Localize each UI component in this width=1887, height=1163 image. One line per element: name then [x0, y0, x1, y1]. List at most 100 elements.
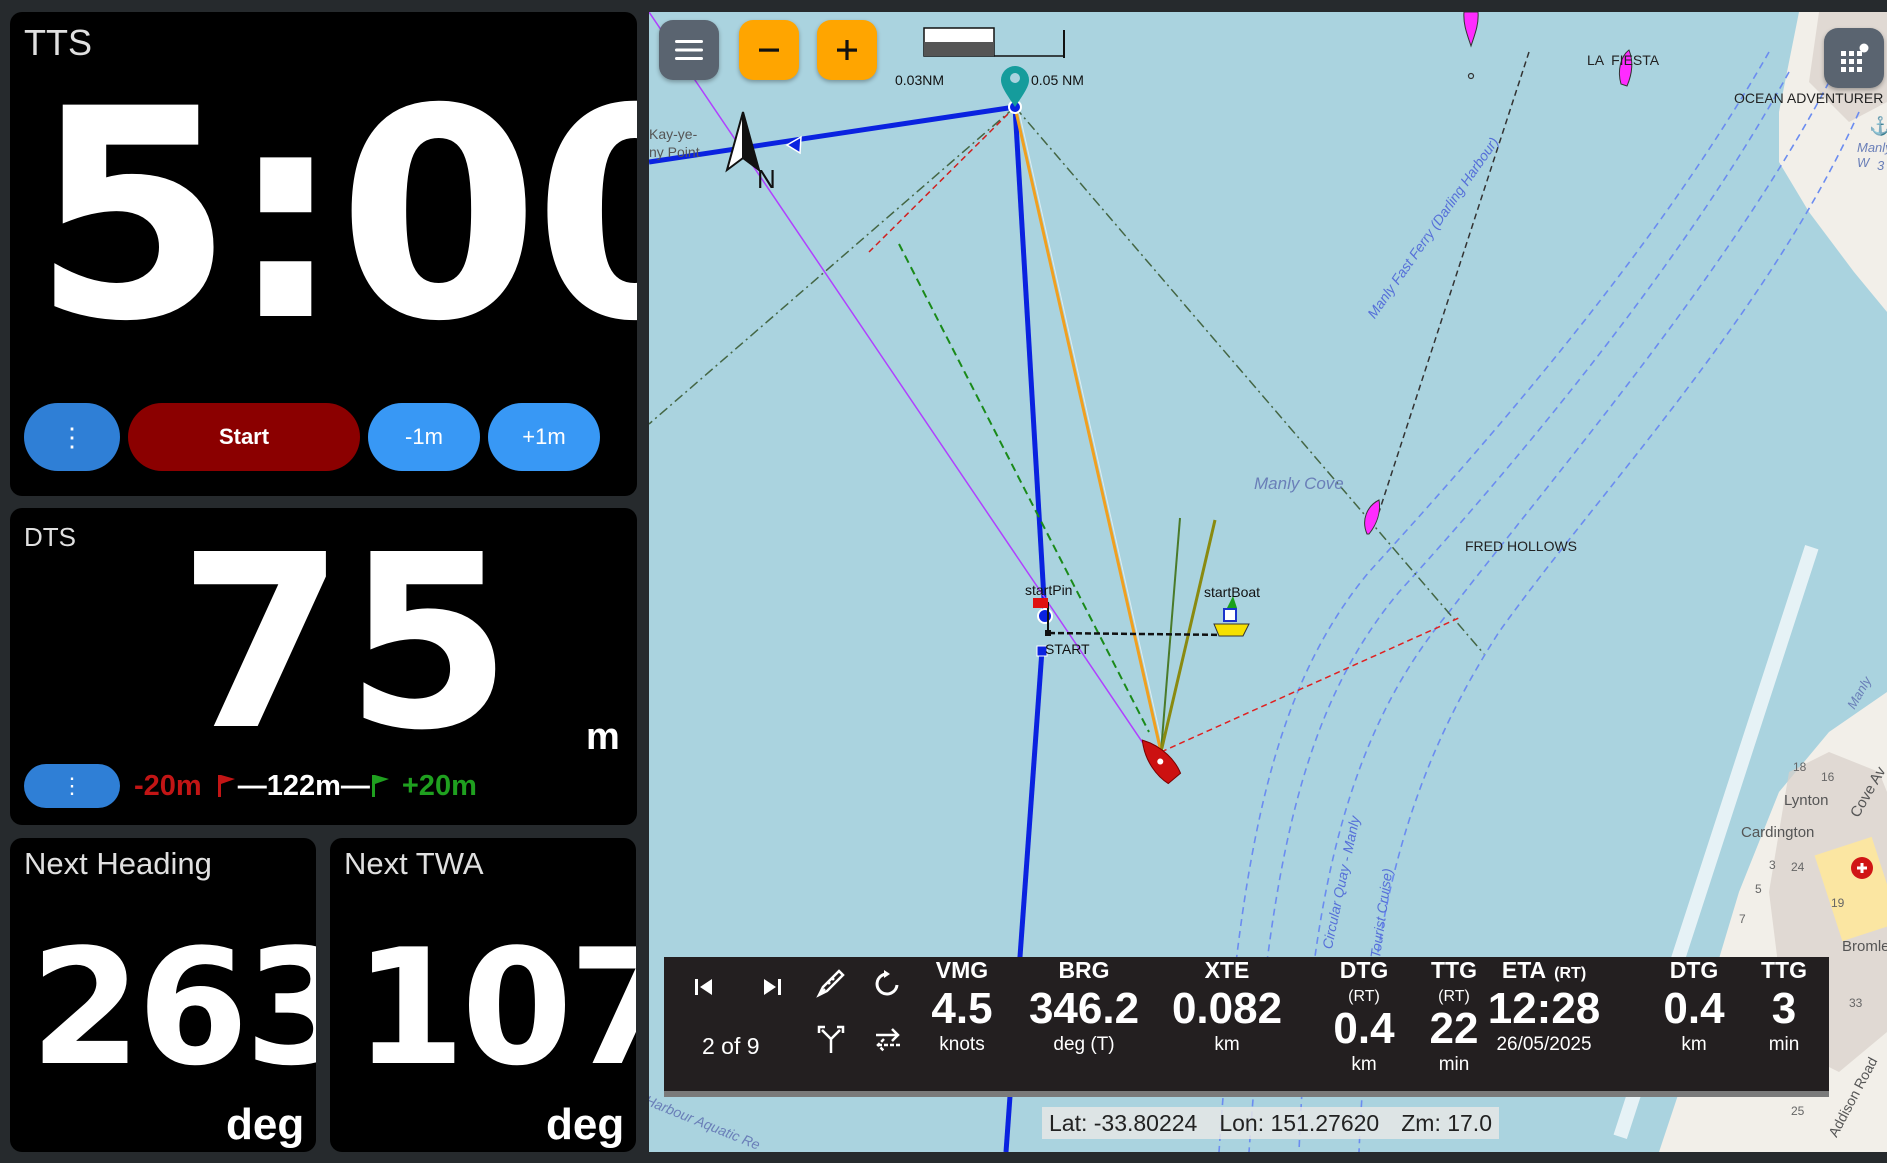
nav-col-value: 0.4: [1333, 1004, 1395, 1053]
house-number: 16: [1821, 770, 1835, 784]
next-heading-panel: Next Heading 263 deg: [10, 838, 316, 1152]
longitude-readout: Lon: 151.27620: [1219, 1109, 1380, 1136]
nav-col-vmg: VMG 4.5 knots: [907, 957, 1017, 1056]
start-line: [1048, 631, 1234, 637]
zoom-out-icon: [759, 48, 779, 52]
menu-icon: [675, 40, 703, 60]
dts-distance: 75: [178, 508, 512, 783]
nav-col-unit: km: [1351, 1054, 1377, 1076]
nav-col-dtg: DTG 0.4 km: [1649, 957, 1739, 1056]
dts-unit: m: [586, 716, 620, 758]
scale-label-2: 0.05 NM: [1031, 72, 1084, 88]
app-root: TTS 5:00 ⋮ Start -1m +1m DTS 75 m ⋮ -20m…: [0, 0, 1887, 1163]
swap-icon[interactable]: [870, 1021, 906, 1057]
ais-la-fiesta-icon[interactable]: [1463, 12, 1479, 48]
dts-menu-button[interactable]: ⋮: [24, 764, 120, 808]
north-label: N: [757, 164, 776, 194]
house-number: 19: [1831, 896, 1845, 910]
route-edit-icon[interactable]: [813, 965, 849, 1001]
nav-col-unit: km: [1681, 1034, 1707, 1056]
more-vert-icon: ⋮: [59, 421, 85, 452]
start-pin-label: startPin: [1025, 582, 1073, 598]
nav-col-value: 0.4: [1663, 984, 1725, 1033]
fork-icon[interactable]: [813, 1021, 849, 1057]
nav-col-unit: min: [1438, 1054, 1470, 1076]
house-number: 33: [1849, 996, 1863, 1010]
nav-col-ttg: TTG 3 min: [1744, 957, 1824, 1056]
left-bias-value: -20m: [134, 769, 202, 802]
next-heading-label: Next Heading: [24, 846, 212, 881]
ais-ocean-adventurer-label: OCEAN ADVENTURER: [1734, 90, 1884, 106]
tts-menu-button[interactable]: ⋮: [24, 403, 120, 471]
start-boat-label: startBoat: [1204, 584, 1261, 600]
place-three: 3: [1877, 158, 1885, 173]
ais-la-fiesta-label: LA FIESTA: [1587, 52, 1660, 68]
start-mark-label: START: [1045, 641, 1090, 657]
zoom-in-icon: [837, 40, 857, 60]
house-number: 24: [1791, 860, 1805, 874]
place-point: ny Point: [649, 144, 700, 160]
house-number: 7: [1739, 912, 1746, 926]
nav-col-unit: knots: [939, 1034, 985, 1056]
ais-fred-hollows-label: FRED HOLLOWS: [1465, 538, 1578, 554]
route-leg-north: [1012, 106, 1048, 617]
right-bias-value: +20m: [401, 769, 477, 802]
next-twa-panel: Next TWA 107 deg: [330, 838, 636, 1152]
nav-col-header: TTG: [1761, 957, 1807, 983]
nav-col-header: XTE: [1204, 957, 1250, 983]
place-bromley: Bromle: [1842, 938, 1887, 955]
grey-dashdot-line-1: [1014, 106, 1485, 655]
nav-col-header: VMG: [935, 957, 989, 983]
nav-col-header: BRG: [1058, 957, 1110, 983]
zoom-out-button[interactable]: [739, 20, 799, 80]
place-kayyeny: Kay-ye-: [649, 126, 698, 142]
plus-minute-button[interactable]: +1m: [488, 403, 600, 471]
next-heading-unit: deg: [226, 1100, 305, 1149]
waypoint-pin-icon[interactable]: [1001, 66, 1029, 107]
line-length-value: —122m—: [237, 769, 370, 802]
house-number: 3: [1769, 858, 1776, 872]
menu-button[interactable]: [659, 20, 719, 80]
nav-col-brg: BRG 346.2 deg (T): [1014, 957, 1154, 1056]
pin-flag-icon: [216, 773, 238, 799]
nav-col-eta: ETA (RT) 12:28 26/05/2025: [1474, 957, 1614, 1056]
nav-col-value: 12:28: [1487, 984, 1601, 1033]
boat-flag-icon: [370, 773, 392, 799]
ais-fred-hollows-icon[interactable]: [1364, 499, 1380, 535]
dts-panel: DTS 75 m ⋮ -20m —122m— +20m: [10, 508, 637, 825]
house-number: 25: [1791, 1104, 1805, 1118]
start-boat-icon[interactable]: [1213, 596, 1250, 637]
layers-grid-button[interactable]: [1824, 28, 1884, 88]
nav-col-header: DTG: [1669, 957, 1719, 983]
route-waypoint-mid[interactable]: [1037, 608, 1053, 624]
latitude-readout: Lat: -33.80224: [1049, 1109, 1198, 1136]
skip-next-icon[interactable]: [754, 969, 790, 1005]
nav-col-header: DTG: [1339, 957, 1389, 983]
place-manly-cove: Manly Cove: [1254, 474, 1344, 493]
house-number: 5: [1755, 882, 1762, 896]
tts-panel: TTS 5:00 ⋮ Start -1m +1m: [10, 12, 637, 496]
more-vert-icon: ⋮: [61, 773, 83, 798]
green-dashed-layline: [898, 243, 1150, 733]
start-button[interactable]: Start: [128, 403, 360, 471]
refresh-icon[interactable]: [870, 965, 906, 1001]
house-number: 18: [1793, 760, 1807, 774]
nav-col-unit: deg (T): [1053, 1034, 1115, 1056]
minus-minute-button[interactable]: -1m: [368, 403, 480, 471]
nav-col-unit: min: [1768, 1034, 1800, 1056]
zoom-level-readout: Zm: 17.0: [1401, 1109, 1492, 1136]
nav-col-unit: 26/05/2025: [1496, 1034, 1592, 1056]
nav-col-unit: km: [1214, 1034, 1240, 1056]
nav-col-value: 0.082: [1171, 984, 1283, 1033]
zoom-in-button[interactable]: [817, 20, 877, 80]
scale-label-1: 0.03NM: [895, 72, 945, 88]
scale-bar: [923, 27, 1065, 58]
nav-col-header-text: ETA: [1501, 957, 1547, 983]
waypoint-position: 2 of 9: [702, 1033, 760, 1059]
line-bias-row: -20m —122m— +20m: [134, 766, 477, 806]
skip-previous-icon[interactable]: [686, 969, 722, 1005]
ais-la-fiesta-dot: [1467, 72, 1475, 80]
nav-col-xte: XTE 0.082 km: [1157, 957, 1297, 1056]
route-leg-west: [649, 104, 1016, 165]
red-dashed-line-2: [1160, 616, 1462, 753]
